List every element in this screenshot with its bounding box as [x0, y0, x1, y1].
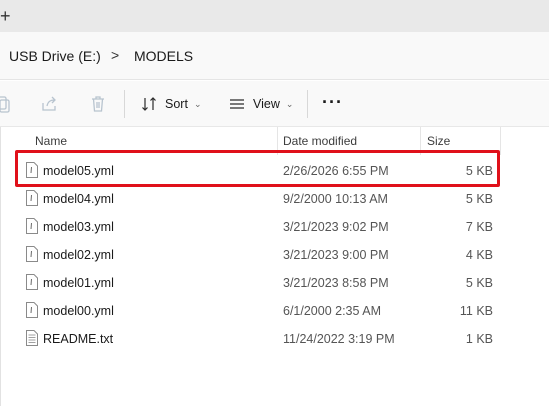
breadcrumb-separator[interactable]: > [111, 47, 119, 63]
sort-button[interactable]: Sort ⌄ [141, 93, 201, 115]
breadcrumb-models[interactable]: MODELS [134, 48, 193, 64]
chevron-down-icon: ⌄ [285, 98, 294, 109]
text-file-icon [26, 330, 38, 346]
title-bar: + [0, 0, 549, 32]
new-tab-button[interactable]: + [0, 5, 14, 27]
more-options-button[interactable]: ··· [322, 92, 343, 113]
file-date-modified: 3/21/2023 9:00 PM [283, 248, 389, 262]
view-button[interactable]: View ⌄ [229, 93, 293, 115]
chevron-down-icon: ⌄ [193, 98, 202, 109]
file-row[interactable]: model00.yml 6/1/2000 2:35 AM 11 KB [16, 297, 501, 325]
file-name: model04.yml [43, 192, 114, 206]
yml-file-icon [26, 246, 38, 262]
file-date-modified: 11/24/2022 3:19 PM [283, 332, 395, 346]
file-size: 5 KB [465, 192, 493, 206]
file-size: 5 KB [465, 276, 493, 290]
command-bar: Sort ⌄ View ⌄ [0, 81, 549, 127]
file-row[interactable]: model01.yml 3/21/2023 8:58 PM 5 KB [16, 269, 501, 297]
file-size: 4 KB [465, 248, 493, 262]
file-row[interactable]: README.txt 11/24/2022 3:19 PM 1 KB [16, 325, 501, 353]
copy-icon[interactable] [0, 94, 12, 114]
toolbar-divider [124, 90, 125, 118]
sort-icon [142, 97, 156, 111]
breadcrumb-usb-drive[interactable]: USB Drive (E:) [9, 48, 101, 64]
file-size: 7 KB [465, 220, 493, 234]
yml-file-icon [26, 218, 38, 234]
file-name: model02.yml [43, 248, 114, 262]
file-name: model03.yml [43, 220, 114, 234]
file-row[interactable]: model02.yml 3/21/2023 9:00 PM 4 KB [16, 241, 501, 269]
sort-label: Sort [165, 97, 188, 111]
yml-file-icon [26, 274, 38, 290]
view-label: View [253, 97, 280, 111]
file-date-modified: 3/21/2023 8:58 PM [283, 276, 389, 290]
file-size: 1 KB [465, 332, 493, 346]
file-name: model01.yml [43, 276, 114, 290]
file-row[interactable]: model03.yml 3/21/2023 9:02 PM 7 KB [16, 213, 501, 241]
file-name: model00.yml [43, 304, 114, 318]
delete-icon[interactable] [88, 94, 108, 114]
file-row[interactable]: model04.yml 9/2/2000 10:13 AM 5 KB [16, 185, 501, 213]
share-icon[interactable] [40, 94, 60, 114]
selection-highlight [15, 150, 500, 187]
yml-file-icon [26, 190, 38, 206]
file-name: README.txt [43, 332, 114, 346]
file-date-modified: 3/21/2023 9:02 PM [283, 220, 389, 234]
toolbar-divider [307, 90, 308, 118]
file-size: 11 KB [459, 304, 493, 318]
address-bar[interactable]: USB Drive (E:) > MODELS [0, 32, 549, 80]
yml-file-icon [26, 302, 38, 318]
view-icon [230, 99, 244, 109]
file-date-modified: 9/2/2000 10:13 AM [283, 192, 388, 206]
file-date-modified: 6/1/2000 2:35 AM [283, 304, 381, 318]
column-separator[interactable] [500, 127, 501, 155]
